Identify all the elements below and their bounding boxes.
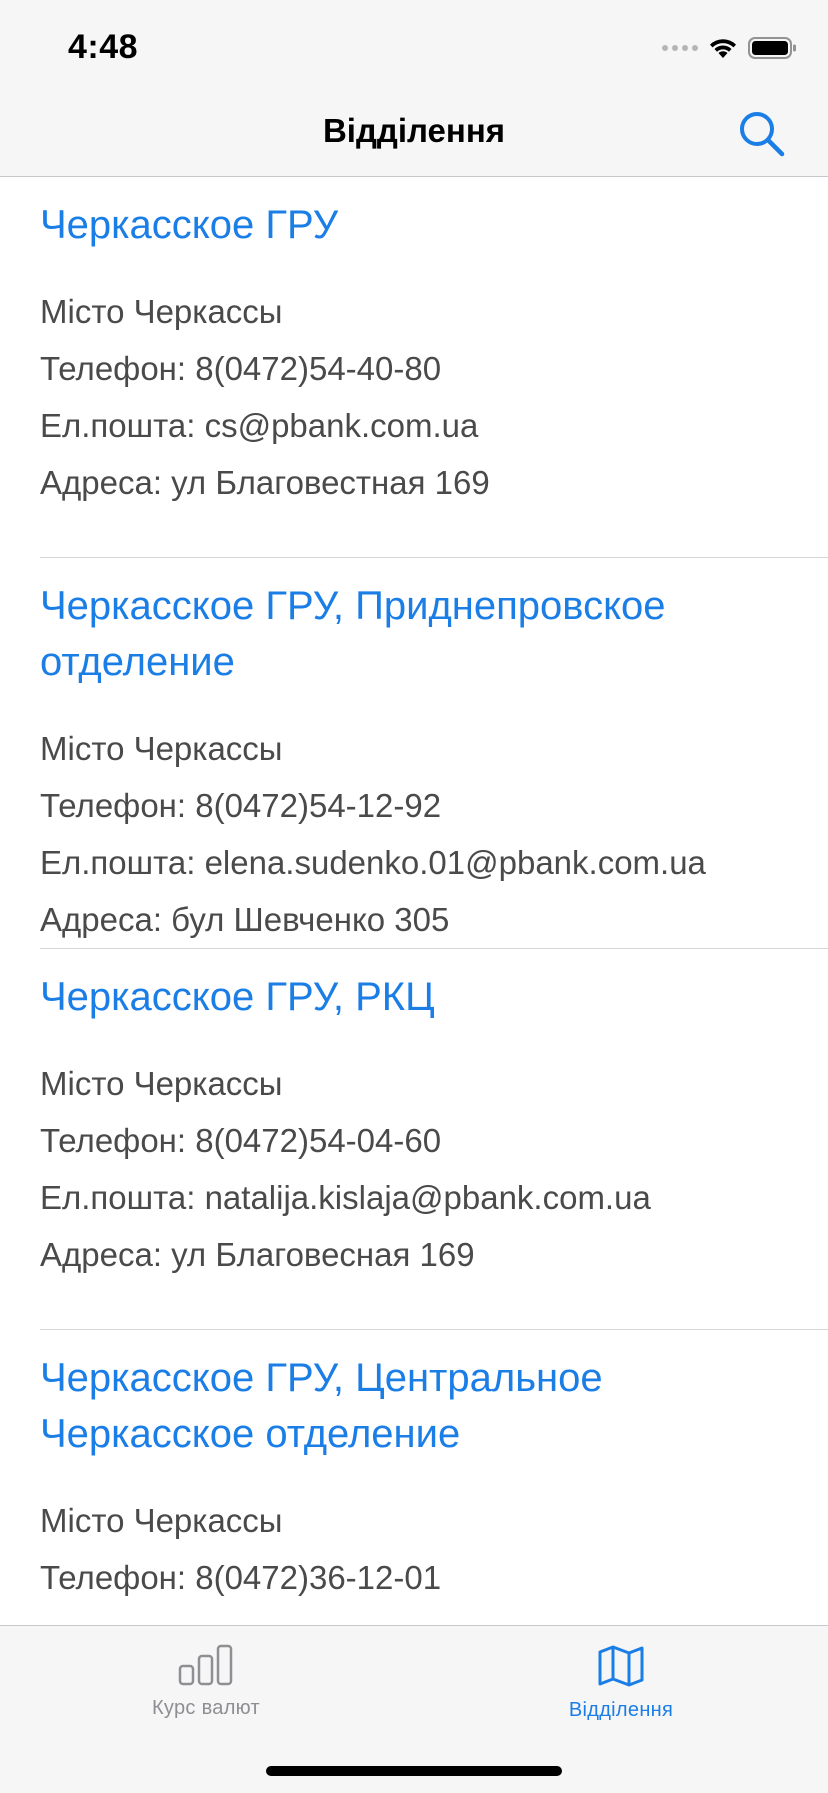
tab-label: Відділення	[568, 1699, 674, 1721]
map-icon	[598, 1645, 644, 1687]
status-time: 4:48	[68, 28, 139, 66]
branch-item[interactable]: Черкасское ГРУ Місто Черкассы Телефон: 8…	[0, 177, 828, 557]
branch-info: Місто Черкассы Телефон: 8(0472)36-12-01	[40, 1462, 828, 1625]
branch-phone: Телефон: 8(0472)54-04-60	[40, 1122, 442, 1159]
branch-info: Місто Черкассы Телефон: 8(0472)54-40-80 …	[40, 253, 828, 557]
tab-branches[interactable]: Відділення	[471, 1644, 771, 1722]
navigation-bar: Відділення	[0, 96, 828, 177]
branch-city: Місто Черкассы	[40, 730, 283, 767]
branch-address: Адреса: ул Благовестная 169	[40, 464, 490, 501]
branch-item[interactable]: Черкасское ГРУ, Приднепровское отделение…	[0, 558, 828, 948]
tab-label: Курс валют	[151, 1697, 261, 1719]
branch-address: Адреса: ул Благовесная 169	[40, 1236, 475, 1273]
branch-phone: Телефон: 8(0472)54-40-80	[40, 350, 442, 387]
page-title: Відділення	[322, 112, 506, 149]
branch-name-link[interactable]: Черкасское ГРУ, Приднепровское отделение	[40, 558, 828, 690]
bar-chart-icon	[178, 1644, 233, 1686]
branch-info: Місто Черкассы Телефон: 8(0472)54-12-92 …	[40, 690, 828, 948]
branch-city: Місто Черкассы	[40, 1065, 283, 1102]
branch-info: Місто Черкассы Телефон: 8(0472)54-04-60 …	[40, 1025, 828, 1329]
branch-item[interactable]: Черкасское ГРУ, РКЦ Місто Черкассы Телеф…	[0, 949, 828, 1329]
branch-name-link[interactable]: Черкасское ГРУ	[40, 177, 828, 253]
branch-city: Місто Черкассы	[40, 293, 283, 330]
search-button[interactable]	[736, 108, 788, 160]
status-bar: 4:48	[0, 0, 828, 96]
branch-name-link[interactable]: Черкасское ГРУ, Центральное Черкасское о…	[40, 1330, 828, 1462]
branch-city: Місто Черкассы	[40, 1502, 283, 1539]
branch-list[interactable]: Черкасское ГРУ Місто Черкассы Телефон: 8…	[0, 177, 828, 1625]
branch-name-link[interactable]: Черкасское ГРУ, РКЦ	[40, 949, 828, 1025]
cellular-signal-icon	[662, 45, 698, 51]
branch-email: Ел.пошта: natalija.kislaja@pbank.com.ua	[40, 1179, 651, 1216]
branch-email: Ел.пошта: elena.sudenko.01@pbank.com.ua	[40, 844, 706, 881]
branch-phone: Телефон: 8(0472)36-12-01	[40, 1559, 442, 1596]
branch-address: Адреса: бул Шевченко 305	[40, 901, 450, 938]
home-indicator	[266, 1766, 562, 1776]
branch-phone: Телефон: 8(0472)54-12-92	[40, 787, 442, 824]
status-icons	[662, 36, 798, 60]
battery-icon	[748, 37, 796, 59]
branch-item[interactable]: Черкасское ГРУ, Центральное Черкасское о…	[0, 1330, 828, 1625]
search-icon	[740, 112, 785, 157]
branch-email: Ел.пошта: cs@pbank.com.ua	[40, 407, 479, 444]
wifi-icon	[710, 39, 736, 58]
tab-exchange-rates[interactable]: Курс валют	[56, 1644, 356, 1720]
